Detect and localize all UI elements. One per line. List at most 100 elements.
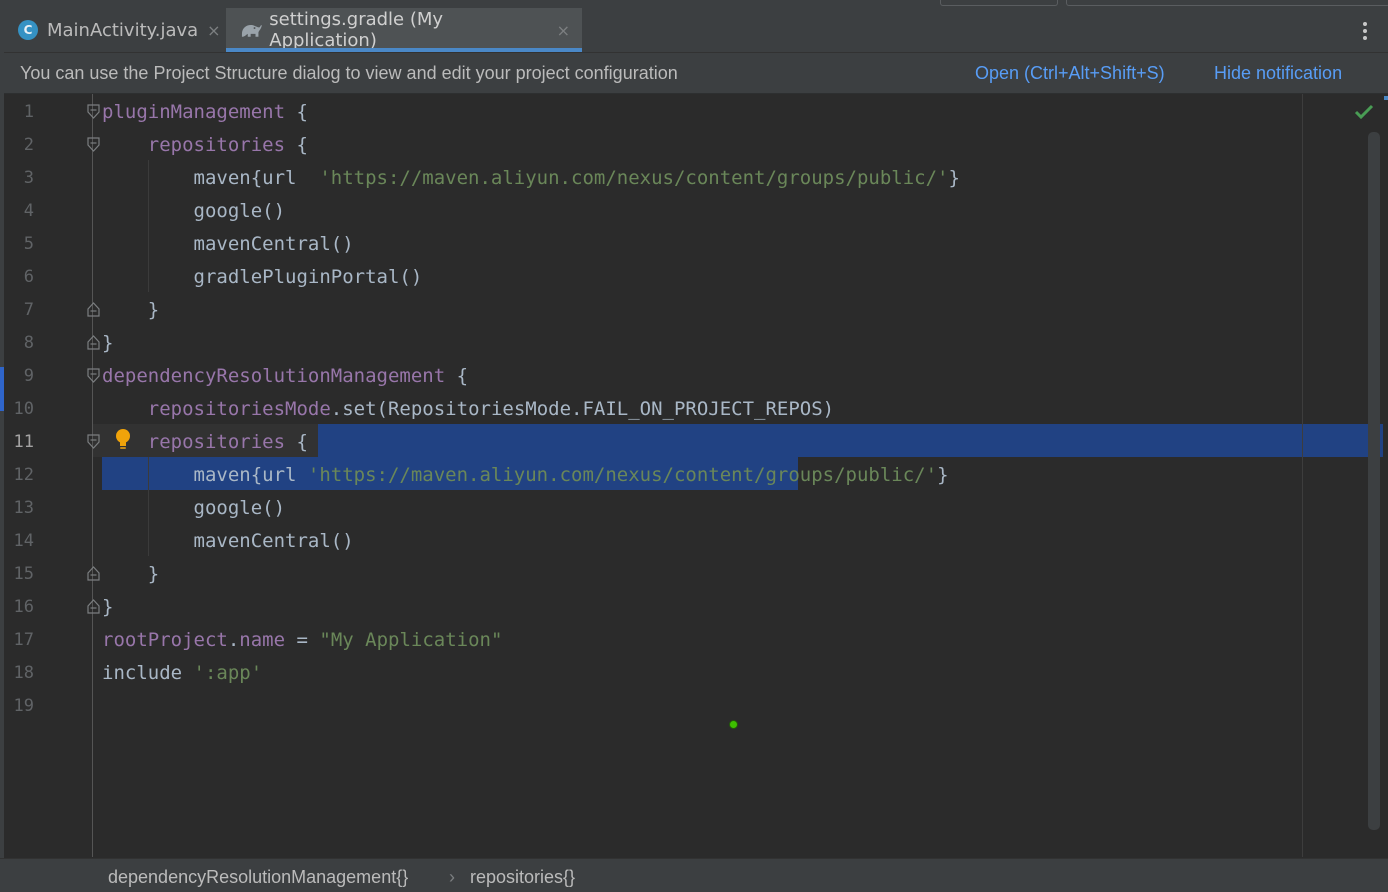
code-line[interactable]: }	[102, 327, 113, 360]
code-line[interactable]: }	[102, 591, 113, 624]
line-number: 19	[13, 696, 34, 716]
code-token: maven{url	[102, 464, 308, 486]
code-line[interactable]: mavenCentral()	[102, 525, 354, 558]
close-icon[interactable]: ×	[207, 21, 220, 40]
code-token: }	[102, 596, 114, 618]
code-token: }	[102, 332, 114, 354]
lightbulb-intention-icon[interactable]	[114, 428, 132, 452]
code-line[interactable]: repositories {	[102, 129, 308, 162]
code-token: 'https://maven.aliyun.com/nexus/content/…	[319, 167, 949, 189]
code-line[interactable]: google()	[102, 195, 286, 228]
line-number: 2	[23, 135, 34, 155]
line-number: 6	[23, 267, 34, 287]
code-token: .set(RepositoriesMode.FAIL_ON_PROJECT_RE…	[330, 398, 835, 420]
code-line[interactable]: pluginManagement {	[102, 96, 308, 129]
code-token: ':app'	[193, 662, 263, 684]
fold-collapse-icon[interactable]	[87, 368, 100, 383]
code-token: "My Application"	[319, 629, 503, 651]
code-token: name	[239, 629, 286, 651]
code-line[interactable]: }	[102, 558, 159, 591]
line-number: 18	[13, 663, 34, 683]
code-token: 'https://maven.aliyun.com/nexus/content/…	[307, 464, 938, 486]
scroll-marker	[1384, 96, 1388, 100]
code-token: {	[285, 134, 308, 156]
code-line[interactable]: gradlePluginPortal()	[102, 261, 423, 294]
breadcrumb-repositories[interactable]: repositories{}	[470, 867, 575, 888]
vertical-scrollbar[interactable]	[1368, 132, 1380, 830]
code-line[interactable]: maven{url 'https://maven.aliyun.com/nexu…	[102, 459, 949, 492]
text-selection	[318, 424, 1383, 457]
line-number: 1	[23, 102, 34, 122]
java-class-icon: C	[18, 20, 38, 40]
right-margin-guide	[1302, 94, 1303, 857]
line-number: 8	[23, 333, 34, 353]
fold-end-icon[interactable]	[87, 566, 100, 581]
code-token: rootProject	[102, 629, 228, 651]
close-icon[interactable]: ×	[557, 21, 570, 40]
code-line[interactable]: google()	[102, 492, 286, 525]
code-token: =	[285, 629, 320, 651]
code-token: mavenCentral()	[102, 233, 354, 255]
code-line[interactable]: dependencyResolutionManagement {	[102, 360, 468, 393]
fold-end-icon[interactable]	[87, 599, 100, 614]
code-line[interactable]: rootProject.name = "My Application"	[102, 624, 502, 657]
more-options-icon[interactable]	[1356, 20, 1374, 42]
open-project-structure-link[interactable]: Open (Ctrl+Alt+Shift+S)	[975, 63, 1165, 84]
toolbar-widget	[1066, 0, 1388, 6]
code-token: repositories	[147, 431, 286, 453]
line-number: 9	[23, 366, 34, 386]
line-number: 5	[23, 234, 34, 254]
line-number: 14	[13, 531, 34, 551]
code-token: dependencyResolutionManagement	[102, 365, 446, 387]
hide-notification-link[interactable]: Hide notification	[1214, 63, 1342, 84]
code-line[interactable]: maven{url 'https://maven.aliyun.com/nexu…	[102, 162, 960, 195]
code-line[interactable]: repositories {	[102, 426, 308, 459]
fold-collapse-icon[interactable]	[87, 137, 100, 152]
fold-collapse-icon[interactable]	[87, 104, 100, 119]
fold-collapse-icon[interactable]	[87, 434, 100, 449]
code-token: {	[285, 431, 308, 453]
notification-bar: You can use the Project Structure dialog…	[4, 53, 1388, 94]
line-number: 13	[13, 498, 34, 518]
code-token: {	[445, 365, 469, 387]
code-line[interactable]: mavenCentral()	[102, 228, 354, 261]
tab-label: settings.gradle (My Application)	[269, 9, 444, 51]
code-token: pluginManagement	[102, 101, 286, 123]
code-token: {	[285, 101, 308, 123]
code-token: mavenCentral()	[102, 530, 354, 552]
code-token: google()	[102, 497, 286, 519]
line-number: 3	[23, 168, 34, 188]
tab-settings-gradle[interactable]: settings.gradle (My Application) ×	[226, 8, 582, 52]
line-number: 15	[13, 564, 34, 584]
line-number: 7	[23, 300, 34, 320]
line-number: 10	[13, 399, 34, 419]
line-number: 12	[13, 465, 34, 485]
chevron-right-icon: ›	[449, 867, 455, 887]
code-token: }	[102, 299, 160, 321]
notification-message: You can use the Project Structure dialog…	[20, 63, 678, 83]
toolbar-widget	[940, 0, 1058, 6]
gutter-divider	[92, 94, 93, 857]
code-token: repositoriesMode	[147, 398, 331, 420]
fold-end-icon[interactable]	[87, 335, 100, 350]
code-token: }	[948, 167, 960, 189]
code-line[interactable]: }	[102, 294, 159, 327]
code-token: include	[102, 662, 194, 684]
code-token: google()	[102, 200, 286, 222]
code-line[interactable]: repositoriesMode.set(RepositoriesMode.FA…	[102, 393, 834, 426]
code-token: .	[227, 629, 240, 651]
inspection-ok-checkmark-icon[interactable]	[1354, 104, 1374, 120]
breadcrumb-bar: dependencyResolutionManagement{} › repos…	[0, 858, 1388, 892]
fold-end-icon[interactable]	[87, 302, 100, 317]
code-token: gradlePluginPortal()	[102, 266, 423, 288]
line-number: 4	[23, 201, 34, 221]
breadcrumb-dependency-resolution-management[interactable]: dependencyResolutionManagement{}	[108, 867, 408, 888]
line-number: 16	[13, 597, 34, 617]
code-line[interactable]: include ':app'	[102, 657, 262, 690]
code-token: }	[102, 563, 160, 585]
gradle-elephant-icon	[241, 24, 262, 37]
code-token: }	[937, 464, 949, 486]
tab-main-activity[interactable]: C MainActivity.java ×	[10, 8, 232, 52]
